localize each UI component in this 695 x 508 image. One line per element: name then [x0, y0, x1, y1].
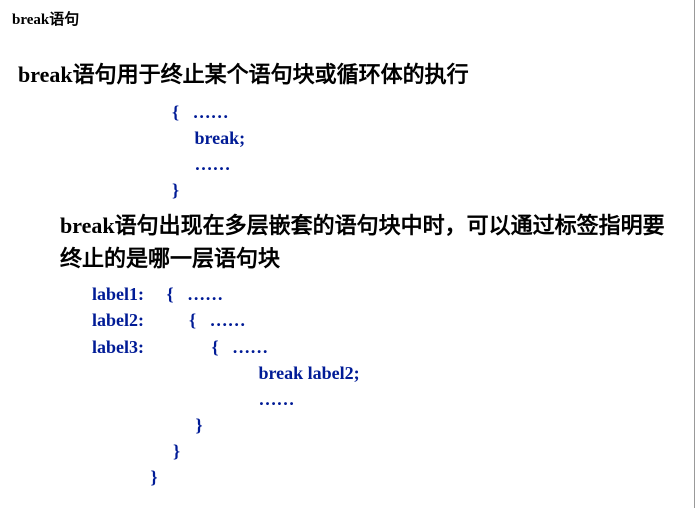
description-1: break语句用于终止某个语句块或循环体的执行: [18, 57, 682, 89]
section-title: break语句: [12, 8, 682, 29]
code-block-1: { …… break; …… }: [172, 99, 682, 203]
code-block-2: label1: { …… label2: { …… label3: { …… b…: [92, 281, 682, 490]
description-2: break语句出现在多层嵌套的语句块中时，可以通过标签指明要终止的是哪一层语句块: [60, 209, 682, 275]
